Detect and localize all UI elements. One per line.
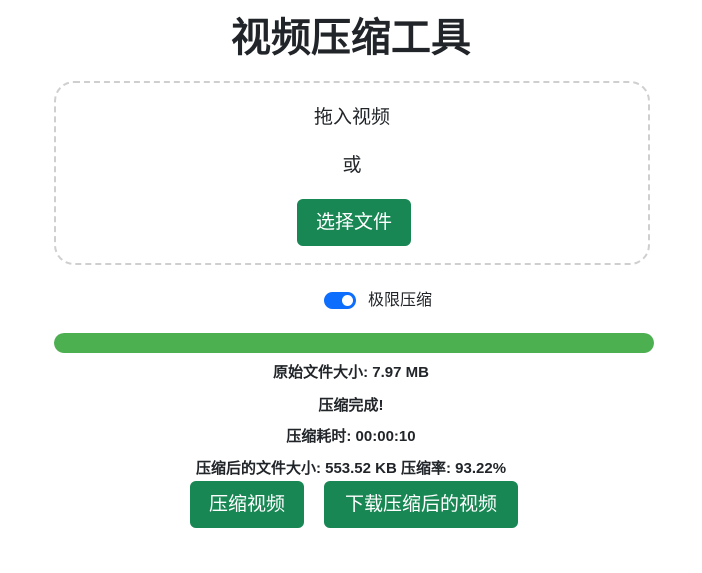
compression-progress-bar: [54, 333, 654, 353]
original-size-text: 原始文件大小: 7.97 MB: [273, 364, 429, 381]
toggle-knob: [342, 295, 353, 306]
compressed-size-text: 压缩后的文件大小: 553.52 KB 压缩率: 93.22%: [195, 460, 507, 477]
video-drop-zone[interactable]: 拖入视频 或 选择文件: [54, 81, 650, 265]
progress-fill: [54, 333, 654, 353]
drop-hint-text: 拖入视频: [313, 107, 390, 128]
compression-status-text: 压缩完成!: [318, 397, 384, 414]
elapsed-time-text: 压缩耗时: 00:00:10: [286, 428, 416, 445]
extreme-compression-toggle[interactable]: [324, 292, 356, 309]
extreme-compression-label[interactable]: 极限压缩: [368, 289, 432, 313]
or-separator-text: 或: [342, 155, 362, 176]
extreme-compression-option: 极限压缩: [0, 289, 702, 313]
download-compressed-video-button[interactable]: 下载压缩后的视频: [324, 481, 518, 528]
select-file-button[interactable]: 选择文件: [297, 199, 411, 246]
page-title: 视频压缩工具: [231, 16, 471, 60]
compress-video-button[interactable]: 压缩视频: [190, 481, 304, 528]
